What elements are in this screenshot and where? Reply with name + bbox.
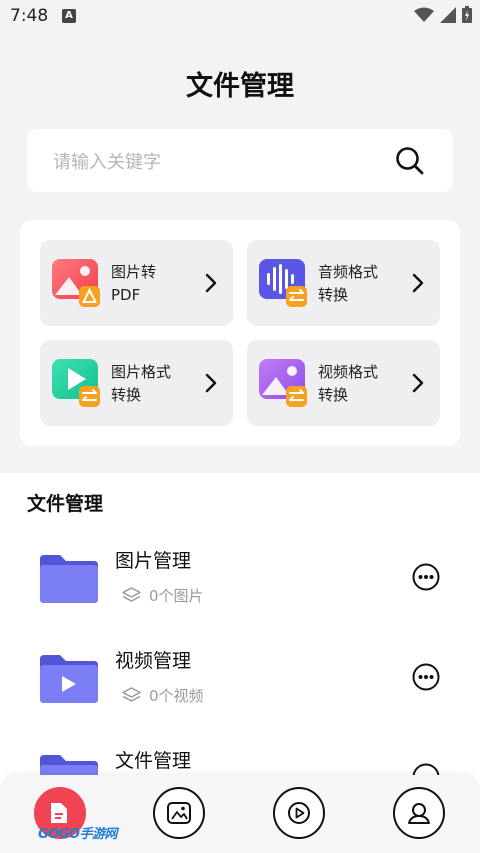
status-icons [414,6,472,23]
tool-label-line2: PDF [111,286,141,304]
status-bar: 7:48 A [0,0,480,34]
row-title: 视频管理 [115,650,192,672]
layers-icon [122,687,141,702]
folder-icon [40,555,98,603]
search-input[interactable]: 请输入关键字 [53,148,161,174]
nav-images[interactable] [153,787,205,839]
row-subtitle: 0个图片 [122,585,204,606]
image-to-pdf-icon [52,259,100,307]
tool-label-line2: 转换 [318,386,349,404]
row-subtitle: 0个视频 [122,685,204,706]
row-count: 0个视频 [149,687,204,705]
search-bar[interactable]: 请输入关键字 [27,129,453,192]
row-title: 图片管理 [115,550,192,572]
tool-label-line1: 视频格式 [318,363,379,381]
tool-audio-format[interactable]: 音频格式 转换 [247,240,440,326]
image-format-icon [52,359,100,407]
notification-icon: A [62,9,76,23]
tool-video-format[interactable]: 视频格式 转换 [247,340,440,426]
chevron-right-icon [205,373,217,393]
profile-icon [408,803,430,824]
status-time: 7:48 [10,6,49,26]
video-format-icon [259,359,307,407]
more-options-icon[interactable] [412,663,440,691]
tool-label: 图片转 PDF [111,261,195,307]
tool-image-format[interactable]: 图片格式 转换 [40,340,233,426]
tool-label: 音频格式 转换 [318,261,402,307]
list-item-video-manager[interactable]: 视频管理 0个视频 [0,633,480,733]
search-icon[interactable] [395,146,425,176]
tool-label-line2: 转换 [111,386,142,404]
tool-label-line1: 图片格式 [111,363,172,381]
wifi-icon [414,7,434,22]
nav-profile[interactable] [393,787,445,839]
more-options-icon[interactable] [412,563,440,591]
tool-label-line2: 转换 [318,286,349,304]
tool-image-to-pdf[interactable]: 图片转 PDF [40,240,233,326]
tools-card: 图片转 PDF 音频格式 转换 图片格式 转换 视频格式 转换 [20,220,460,446]
play-icon [288,802,310,824]
chevron-right-icon [412,273,424,293]
list-item-image-manager[interactable]: 图片管理 0个图片 [0,533,480,633]
row-title: 文件管理 [115,750,192,772]
nav-videos[interactable] [273,787,325,839]
tool-label-line1: 音频格式 [318,263,379,281]
tool-label: 图片格式 转换 [111,361,195,407]
tool-label: 视频格式 转换 [318,361,402,407]
chevron-right-icon [412,373,424,393]
layers-icon [122,587,141,602]
watermark-logo: GOGO手游网 [38,827,117,842]
chevron-right-icon [205,273,217,293]
tool-label-line1: 图片转 [111,263,157,281]
signal-icon [440,6,456,23]
row-count: 0个图片 [149,587,204,605]
section-title: 文件管理 [27,493,104,515]
image-icon [167,802,191,824]
video-folder-icon [40,655,98,703]
page-title: 文件管理 [186,71,294,102]
battery-icon [462,6,472,23]
audio-format-icon [259,259,307,307]
